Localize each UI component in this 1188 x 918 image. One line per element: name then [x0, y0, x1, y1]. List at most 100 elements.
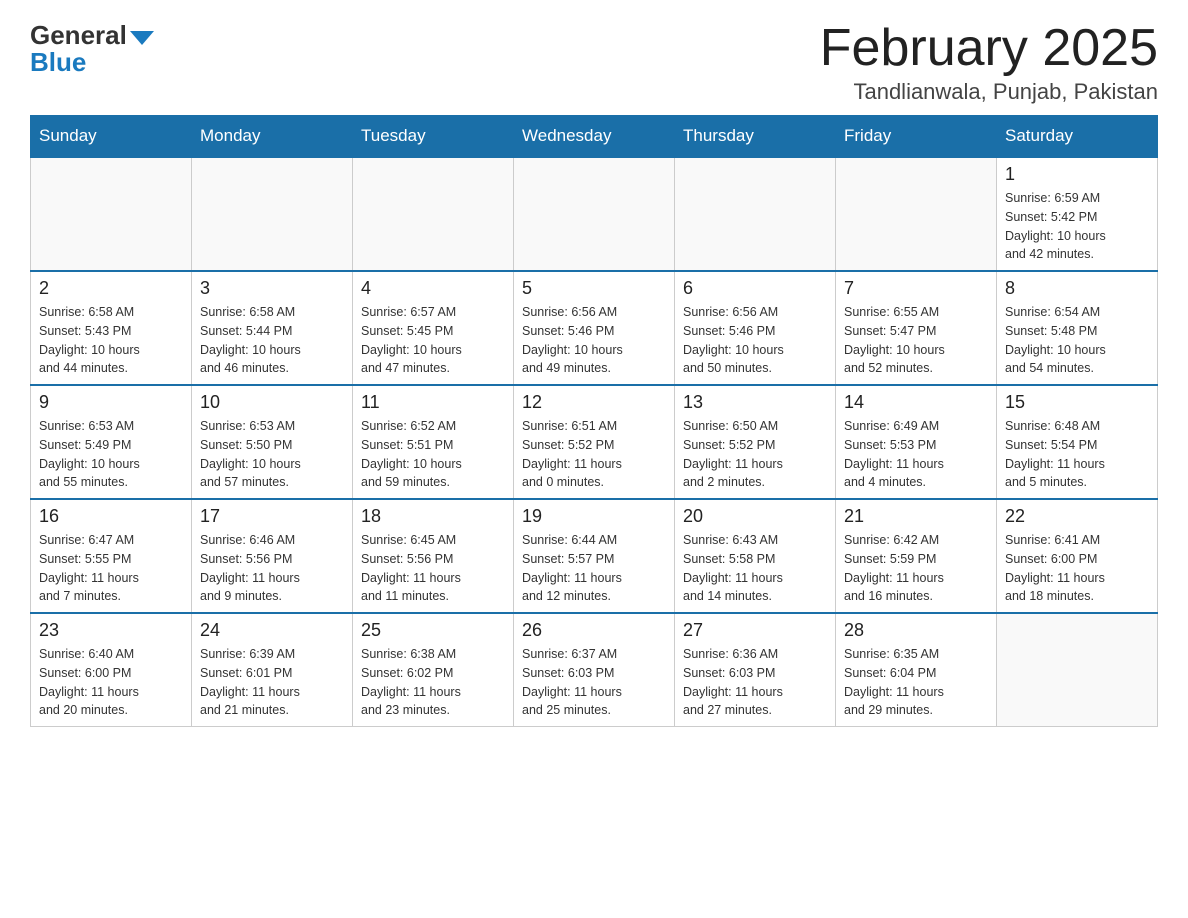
logo-arrow-icon — [130, 31, 154, 45]
calendar-cell: 28 Sunrise: 6:35 AM Sunset: 6:04 PM Dayli… — [836, 613, 997, 727]
calendar-cell: 8 Sunrise: 6:54 AM Sunset: 5:48 PM Daylig… — [997, 271, 1158, 385]
calendar-table: SundayMondayTuesdayWednesdayThursdayFrid… — [30, 115, 1158, 727]
day-info: Sunrise: 6:37 AM Sunset: 6:03 PM Dayligh… — [522, 645, 666, 720]
location-subtitle: Tandlianwala, Punjab, Pakistan — [820, 79, 1158, 105]
weekday-header: Wednesday — [514, 116, 675, 158]
calendar-cell — [836, 157, 997, 271]
day-number: 26 — [522, 620, 666, 641]
weekday-header: Tuesday — [353, 116, 514, 158]
day-number: 21 — [844, 506, 988, 527]
calendar-cell — [353, 157, 514, 271]
day-number: 1 — [1005, 164, 1149, 185]
day-info: Sunrise: 6:38 AM Sunset: 6:02 PM Dayligh… — [361, 645, 505, 720]
day-number: 4 — [361, 278, 505, 299]
day-number: 28 — [844, 620, 988, 641]
weekday-header: Friday — [836, 116, 997, 158]
weekday-header-row: SundayMondayTuesdayWednesdayThursdayFrid… — [31, 116, 1158, 158]
weekday-header: Sunday — [31, 116, 192, 158]
day-number: 15 — [1005, 392, 1149, 413]
day-number: 25 — [361, 620, 505, 641]
calendar-week-row: 23 Sunrise: 6:40 AM Sunset: 6:00 PM Dayli… — [31, 613, 1158, 727]
day-number: 3 — [200, 278, 344, 299]
calendar-cell: 3 Sunrise: 6:58 AM Sunset: 5:44 PM Daylig… — [192, 271, 353, 385]
day-info: Sunrise: 6:35 AM Sunset: 6:04 PM Dayligh… — [844, 645, 988, 720]
day-info: Sunrise: 6:56 AM Sunset: 5:46 PM Dayligh… — [522, 303, 666, 378]
calendar-cell: 21 Sunrise: 6:42 AM Sunset: 5:59 PM Dayli… — [836, 499, 997, 613]
day-info: Sunrise: 6:53 AM Sunset: 5:49 PM Dayligh… — [39, 417, 183, 492]
calendar-cell: 11 Sunrise: 6:52 AM Sunset: 5:51 PM Dayli… — [353, 385, 514, 499]
day-info: Sunrise: 6:49 AM Sunset: 5:53 PM Dayligh… — [844, 417, 988, 492]
day-info: Sunrise: 6:36 AM Sunset: 6:03 PM Dayligh… — [683, 645, 827, 720]
day-info: Sunrise: 6:50 AM Sunset: 5:52 PM Dayligh… — [683, 417, 827, 492]
day-number: 22 — [1005, 506, 1149, 527]
calendar-cell — [192, 157, 353, 271]
day-number: 9 — [39, 392, 183, 413]
calendar-cell: 19Sunrise: 6:44 AM Sunset: 5:57 PM Dayli… — [514, 499, 675, 613]
calendar-cell: 23 Sunrise: 6:40 AM Sunset: 6:00 PM Dayli… — [31, 613, 192, 727]
day-info: Sunrise: 6:43 AM Sunset: 5:58 PM Dayligh… — [683, 531, 827, 606]
month-title: February 2025 — [820, 20, 1158, 77]
day-number: 5 — [522, 278, 666, 299]
day-info: Sunrise: 6:42 AM Sunset: 5:59 PM Dayligh… — [844, 531, 988, 606]
calendar-cell: 4 Sunrise: 6:57 AM Sunset: 5:45 PM Daylig… — [353, 271, 514, 385]
day-info: Sunrise: 6:56 AM Sunset: 5:46 PM Dayligh… — [683, 303, 827, 378]
day-number: 20 — [683, 506, 827, 527]
day-number: 6 — [683, 278, 827, 299]
calendar-cell — [31, 157, 192, 271]
day-number: 19 — [522, 506, 666, 527]
day-number: 24 — [200, 620, 344, 641]
day-info: Sunrise: 6:51 AM Sunset: 5:52 PM Dayligh… — [522, 417, 666, 492]
calendar-cell: 25 Sunrise: 6:38 AM Sunset: 6:02 PM Dayli… — [353, 613, 514, 727]
day-number: 2 — [39, 278, 183, 299]
page-header: General Blue February 2025 Tandlianwala,… — [30, 20, 1158, 105]
weekday-header: Thursday — [675, 116, 836, 158]
calendar-cell: 1 Sunrise: 6:59 AM Sunset: 5:42 PM Daylig… — [997, 157, 1158, 271]
calendar-cell: 6 Sunrise: 6:56 AM Sunset: 5:46 PM Daylig… — [675, 271, 836, 385]
weekday-header: Saturday — [997, 116, 1158, 158]
day-info: Sunrise: 6:46 AM Sunset: 5:56 PM Dayligh… — [200, 531, 344, 606]
calendar-cell: 2 Sunrise: 6:58 AM Sunset: 5:43 PM Daylig… — [31, 271, 192, 385]
calendar-cell: 14 Sunrise: 6:49 AM Sunset: 5:53 PM Dayli… — [836, 385, 997, 499]
weekday-header: Monday — [192, 116, 353, 158]
day-number: 27 — [683, 620, 827, 641]
day-number: 10 — [200, 392, 344, 413]
calendar-cell: 16Sunrise: 6:47 AM Sunset: 5:55 PM Dayli… — [31, 499, 192, 613]
calendar-week-row: 1 Sunrise: 6:59 AM Sunset: 5:42 PM Daylig… — [31, 157, 1158, 271]
day-number: 13 — [683, 392, 827, 413]
calendar-cell: 26 Sunrise: 6:37 AM Sunset: 6:03 PM Dayli… — [514, 613, 675, 727]
calendar-week-row: 9 Sunrise: 6:53 AM Sunset: 5:49 PM Daylig… — [31, 385, 1158, 499]
calendar-cell: 22 Sunrise: 6:41 AM Sunset: 6:00 PM Dayli… — [997, 499, 1158, 613]
calendar-cell: 17 Sunrise: 6:46 AM Sunset: 5:56 PM Dayli… — [192, 499, 353, 613]
day-number: 11 — [361, 392, 505, 413]
day-info: Sunrise: 6:52 AM Sunset: 5:51 PM Dayligh… — [361, 417, 505, 492]
day-number: 12 — [522, 392, 666, 413]
title-block: February 2025 Tandlianwala, Punjab, Paki… — [820, 20, 1158, 105]
day-number: 7 — [844, 278, 988, 299]
calendar-cell: 12 Sunrise: 6:51 AM Sunset: 5:52 PM Dayli… — [514, 385, 675, 499]
calendar-cell: 9 Sunrise: 6:53 AM Sunset: 5:49 PM Daylig… — [31, 385, 192, 499]
day-info: Sunrise: 6:58 AM Sunset: 5:44 PM Dayligh… — [200, 303, 344, 378]
day-info: Sunrise: 6:53 AM Sunset: 5:50 PM Dayligh… — [200, 417, 344, 492]
logo-blue-text: Blue — [30, 47, 86, 78]
day-info: Sunrise: 6:59 AM Sunset: 5:42 PM Dayligh… — [1005, 189, 1149, 264]
day-info: Sunrise: 6:48 AM Sunset: 5:54 PM Dayligh… — [1005, 417, 1149, 492]
calendar-cell: 20 Sunrise: 6:43 AM Sunset: 5:58 PM Dayli… — [675, 499, 836, 613]
day-number: 23 — [39, 620, 183, 641]
calendar-cell: 27 Sunrise: 6:36 AM Sunset: 6:03 PM Dayli… — [675, 613, 836, 727]
calendar-cell: 5 Sunrise: 6:56 AM Sunset: 5:46 PM Daylig… — [514, 271, 675, 385]
calendar-cell — [514, 157, 675, 271]
day-number: 14 — [844, 392, 988, 413]
calendar-cell — [997, 613, 1158, 727]
day-number: 8 — [1005, 278, 1149, 299]
day-info: Sunrise: 6:54 AM Sunset: 5:48 PM Dayligh… — [1005, 303, 1149, 378]
calendar-cell: 24 Sunrise: 6:39 AM Sunset: 6:01 PM Dayli… — [192, 613, 353, 727]
calendar-cell: 13 Sunrise: 6:50 AM Sunset: 5:52 PM Dayli… — [675, 385, 836, 499]
day-info: Sunrise: 6:40 AM Sunset: 6:00 PM Dayligh… — [39, 645, 183, 720]
day-info: Sunrise: 6:39 AM Sunset: 6:01 PM Dayligh… — [200, 645, 344, 720]
day-info: Sunrise: 6:41 AM Sunset: 6:00 PM Dayligh… — [1005, 531, 1149, 606]
day-info: Sunrise: 6:58 AM Sunset: 5:43 PM Dayligh… — [39, 303, 183, 378]
day-number: 17 — [200, 506, 344, 527]
day-number: 18 — [361, 506, 505, 527]
calendar-week-row: 16Sunrise: 6:47 AM Sunset: 5:55 PM Dayli… — [31, 499, 1158, 613]
day-info: Sunrise: 6:57 AM Sunset: 5:45 PM Dayligh… — [361, 303, 505, 378]
